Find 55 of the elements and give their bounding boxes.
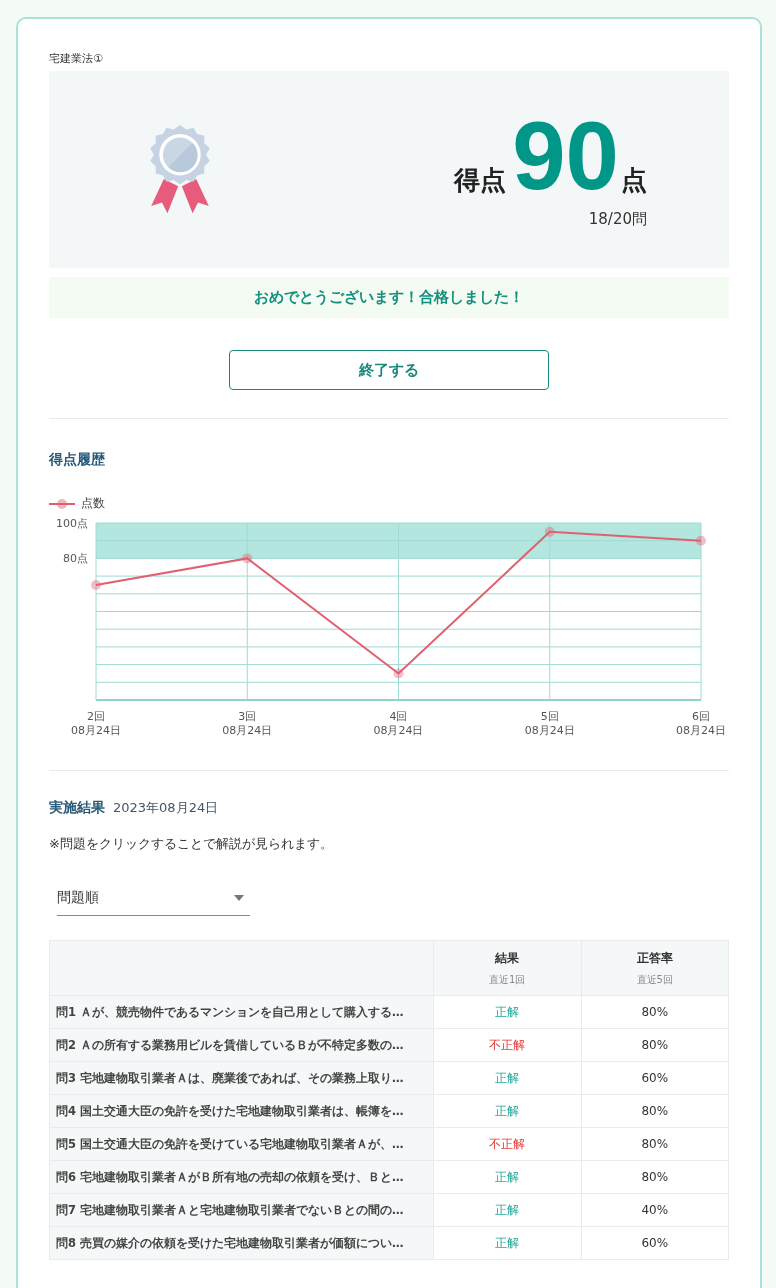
axis-label: 4回 08月24日 (373, 710, 424, 737)
rate-cell: 80% (581, 1160, 729, 1194)
result-cell: 正解 (433, 1094, 581, 1128)
question-count: 18/20問 (588, 209, 647, 229)
axis-label: 5回 08月24日 (524, 710, 575, 737)
section-title: 得点履歴 (49, 451, 106, 469)
result-cell: 正解 (433, 1061, 581, 1095)
axis-label: 6回 08月24日 (676, 710, 726, 737)
result-date: 2023年08月24日 (113, 799, 219, 817)
legend-label: 点数 (81, 495, 105, 512)
axis-label: 3回 08月24日 (222, 710, 273, 737)
question-link[interactable]: 問4 国土交通大臣の免許を受けた宅地建物取引業者は、帳簿を… (49, 1094, 434, 1128)
score-unit: 点 (621, 164, 647, 198)
question-link[interactable]: 問5 国土交通大臣の免許を受けている宅地建物取引業者Ａが、… (49, 1127, 434, 1161)
score-value: 90 (512, 110, 619, 202)
question-link[interactable]: 問3 宅地建物取引業者Ａは、廃業後であれば、その業務上取り… (49, 1061, 434, 1095)
pass-message: おめでとうございます！合格しました！ (49, 277, 729, 318)
axis-label: 80点 (63, 552, 88, 566)
rate-cell: 80% (581, 1127, 729, 1161)
sort-select[interactable]: 問題順 (57, 883, 250, 916)
question-link[interactable]: 問2 Ａの所有する業務用ビルを賃借しているＢが不特定多数の… (49, 1028, 434, 1062)
column-header: 結果 (494, 949, 521, 967)
column-subheader: 直近1回 (488, 972, 527, 987)
question-link[interactable]: 問8 売買の媒介の依頼を受けた宅地建物取引業者が価額につい… (49, 1226, 434, 1260)
data-point (393, 668, 404, 679)
axis-label: 100点 (56, 517, 88, 530)
data-point (91, 579, 101, 590)
section-title: 実施結果 (49, 799, 105, 817)
column-subheader: 直近5回 (635, 972, 674, 987)
rate-cell: 40% (581, 1193, 729, 1227)
rate-cell: 80% (581, 995, 729, 1029)
legend-line-icon (49, 497, 75, 510)
data-point (696, 535, 706, 546)
result-cell: 正解 (433, 1160, 581, 1194)
result-cell: 正解 (433, 1193, 581, 1227)
result-cell: 不正解 (433, 1127, 581, 1161)
result-cell: 不正解 (433, 1028, 581, 1062)
column-header: 正答率 (635, 949, 674, 967)
dropdown-caret-icon (234, 895, 244, 901)
rate-cell: 80% (581, 1028, 729, 1062)
rate-cell: 80% (581, 1094, 729, 1128)
axis-label: 2回 08月24日 (71, 710, 121, 737)
result-cell: 正解 (433, 995, 581, 1029)
rate-cell: 60% (581, 1061, 729, 1095)
data-point (544, 526, 555, 537)
finish-button[interactable]: 終了する (229, 350, 549, 390)
exam-title: 宅建業法① (49, 51, 104, 66)
question-link[interactable]: 問7 宅地建物取引業者Ａと宅地建物取引業者でないＢとの間の… (49, 1193, 434, 1227)
result-cell: 正解 (433, 1226, 581, 1260)
rate-cell: 60% (581, 1226, 729, 1260)
score-label: 得点 (454, 164, 507, 198)
hint-text: ※問題をクリックすることで解説が見られます。 (49, 835, 334, 853)
data-point (242, 553, 253, 564)
question-link[interactable]: 問1 Ａが、競売物件であるマンションを自己用として購入する… (49, 995, 434, 1029)
question-link[interactable]: 問6 宅地建物取引業者ＡがＢ所有地の売却の依頼を受け、Ｂと… (49, 1160, 434, 1194)
